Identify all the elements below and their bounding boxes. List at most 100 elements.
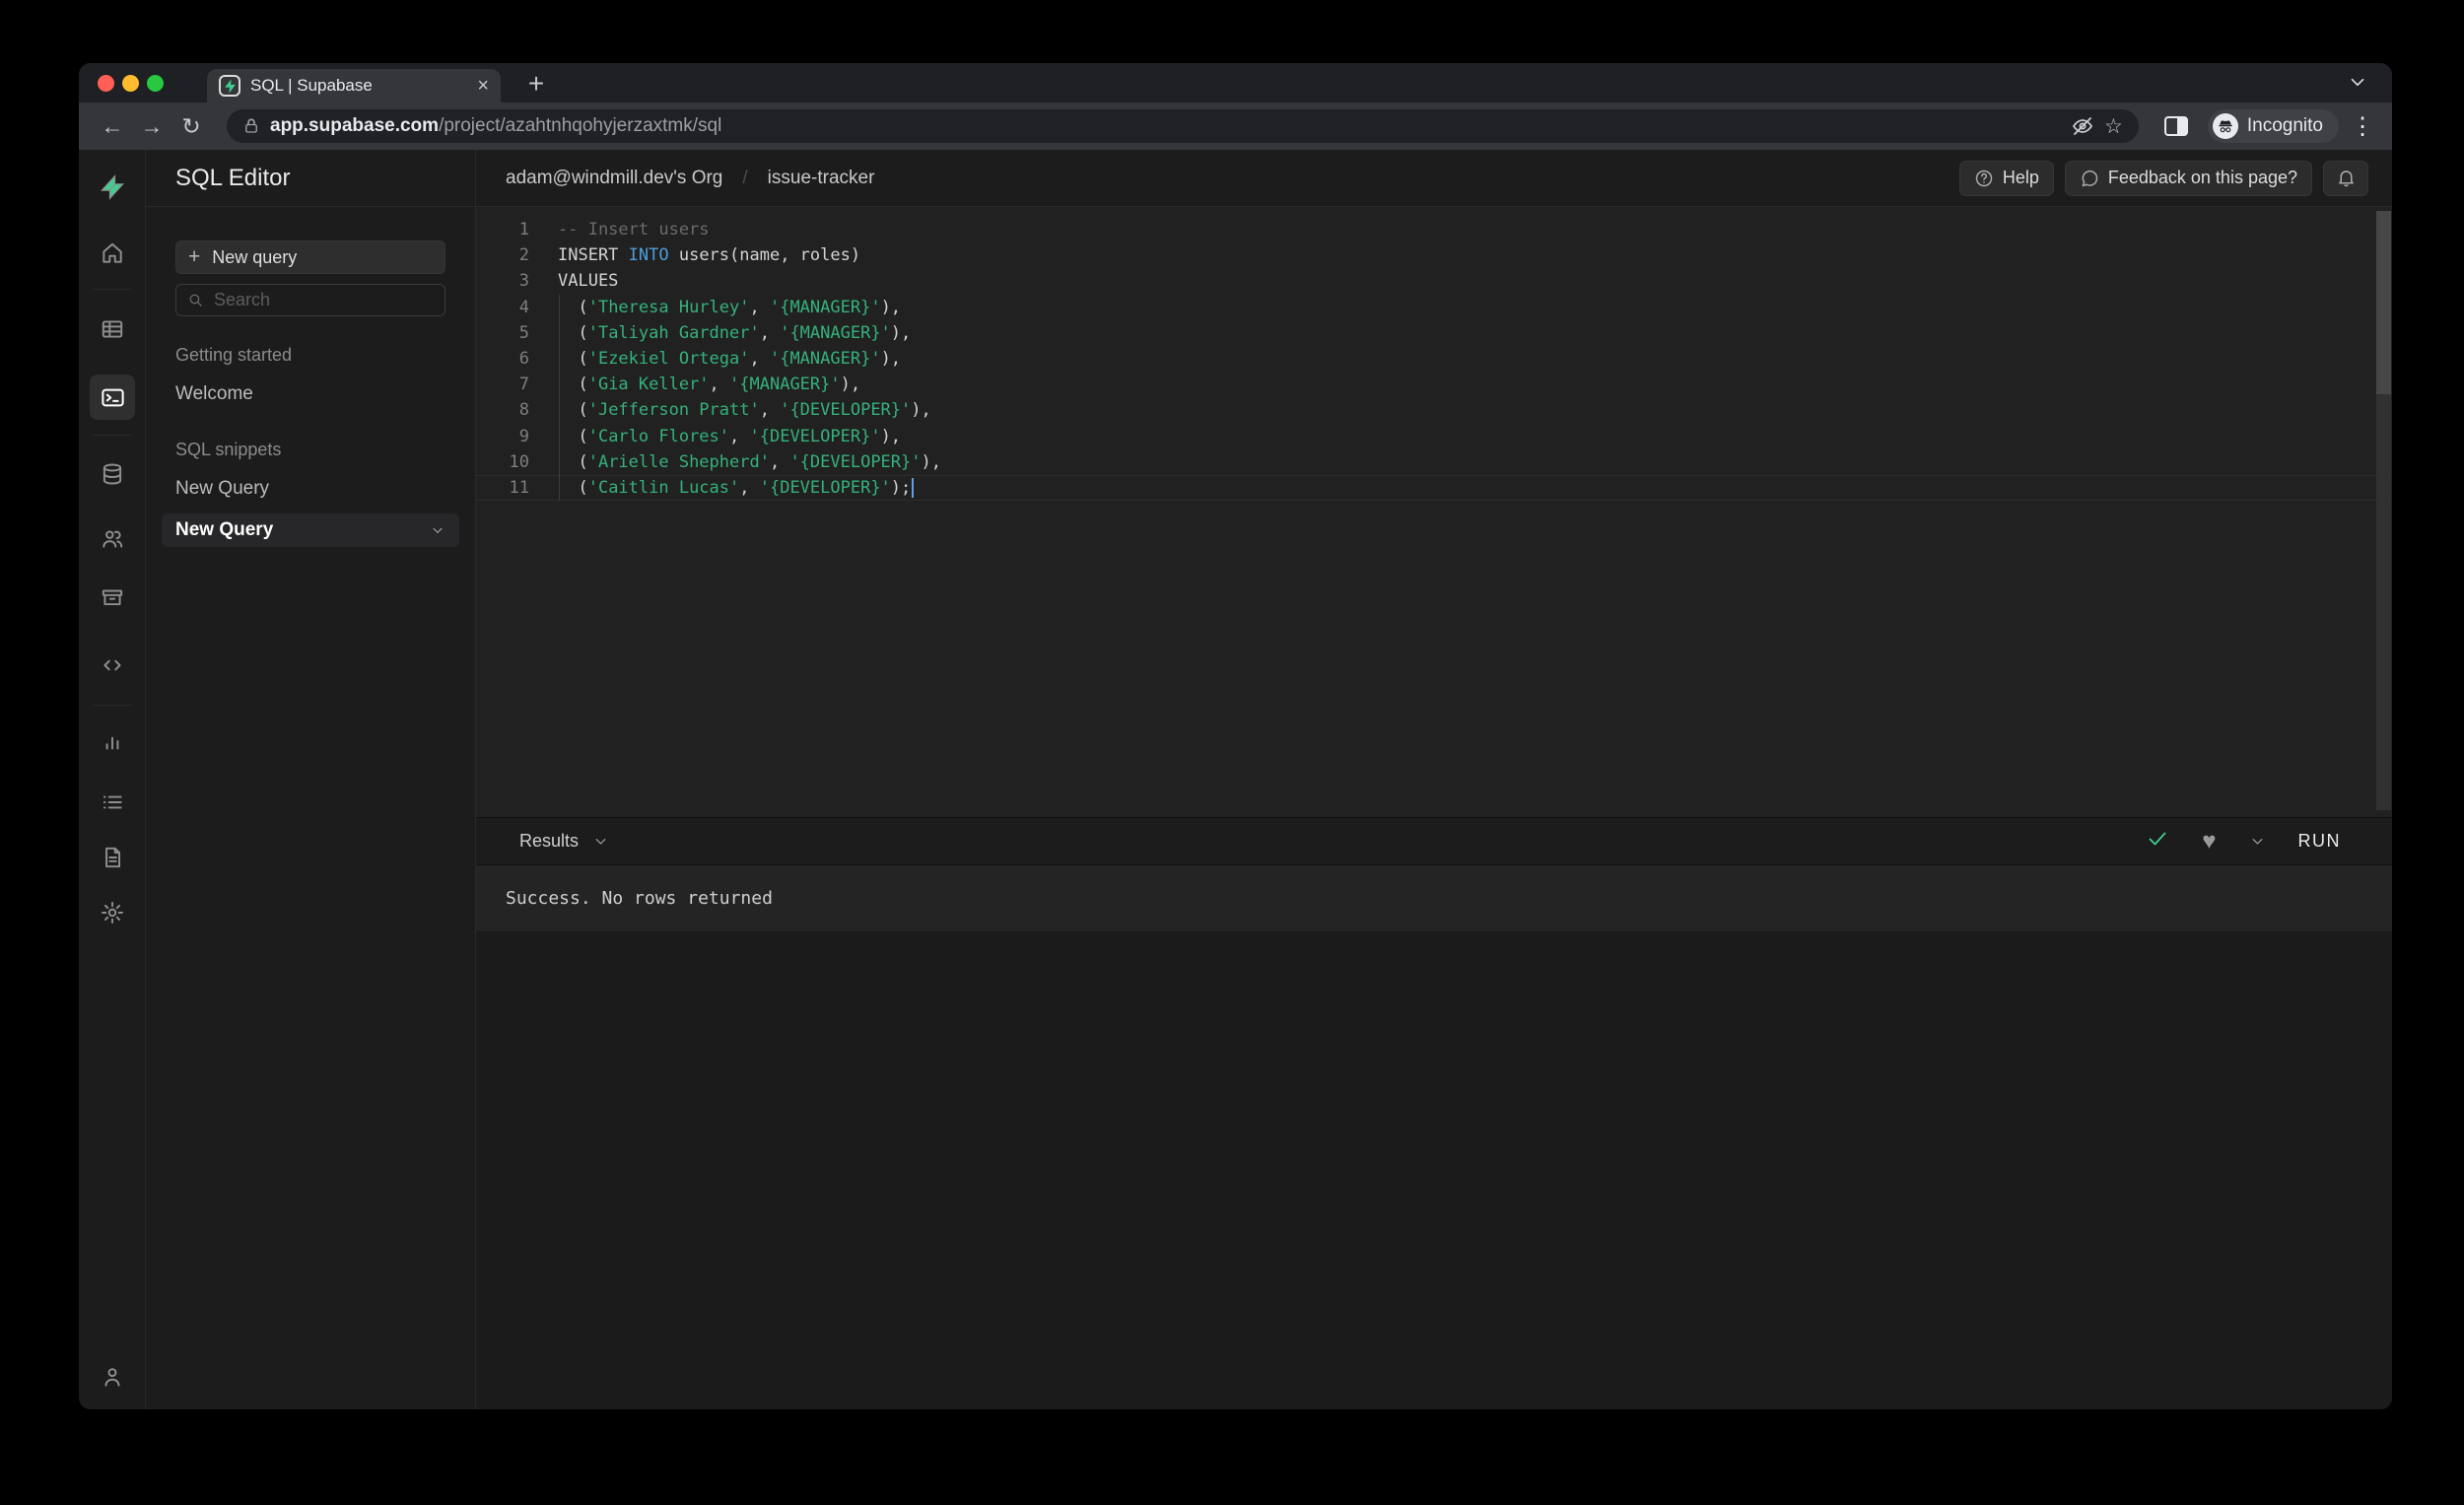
code-line[interactable]: 10 ('Arielle Shepherd', '{DEVELOPER}'),	[476, 448, 2392, 475]
help-button[interactable]: Help	[1958, 160, 2054, 196]
browser-window: SQL | Supabase × + ← → ↻ app.supabase.co…	[79, 63, 2392, 1409]
code-line[interactable]: 6 ('Ezekiel Ortega', '{MANAGER}'),	[476, 345, 2392, 373]
results-label: Results	[519, 831, 580, 851]
url-domain: app.supabase.com	[270, 115, 440, 136]
home-icon[interactable]	[93, 234, 132, 273]
favorite-heart-icon[interactable]: ♥	[2202, 829, 2216, 854]
section-header: Getting started	[175, 344, 293, 365]
docs-file-icon[interactable]	[93, 838, 132, 877]
code-line[interactable]: 3 VALUES	[476, 268, 2392, 294]
url-text: app.supabase.com/project/azahtnhqohyjerz…	[270, 115, 2061, 137]
eye-slash-icon[interactable]	[2071, 114, 2094, 138]
rail-divider	[94, 289, 131, 290]
sidebar-item-label: New Query	[175, 519, 274, 540]
minimize-window-button[interactable]	[122, 75, 139, 92]
main-header: adam@windmill.dev's Org / issue-tracker …	[476, 150, 2392, 207]
lock-icon	[245, 118, 257, 133]
indent-guide	[559, 423, 560, 449]
indent-guide	[559, 294, 560, 320]
supabase-logo-icon[interactable]	[93, 168, 132, 207]
feedback-button[interactable]: Feedback on this page?	[2064, 160, 2312, 196]
code-line[interactable]: 2 INSERT INTO users(name, roles)	[476, 242, 2392, 268]
browser-menu-icon[interactable]: ⋮	[2349, 112, 2376, 141]
bookmark-star-icon[interactable]: ☆	[2104, 114, 2123, 139]
account-icon[interactable]	[93, 1357, 132, 1397]
database-icon[interactable]	[93, 454, 132, 494]
sql-editor-icon[interactable]	[90, 375, 135, 420]
help-circle-icon	[1975, 170, 1993, 186]
sidebar-item[interactable]: Welcome	[162, 377, 459, 411]
scrollbar-thumb[interactable]	[2376, 211, 2391, 394]
supabase-app: SQL Editor + New query Getting started We…	[79, 150, 2392, 1409]
sidebar-header: SQL Editor	[146, 150, 475, 207]
line-text: ('Taliyah Gardner', '{MANAGER}'),	[558, 319, 911, 346]
forward-button[interactable]: →	[134, 108, 170, 144]
code-line[interactable]: 11 ('Caitlin Lucas', '{DEVELOPER}');	[476, 474, 2392, 502]
code-line[interactable]: 1 -- Insert users	[476, 217, 2392, 242]
storage-icon[interactable]	[93, 578, 132, 617]
close-window-button[interactable]	[98, 75, 114, 92]
window-controls	[98, 75, 164, 92]
table-editor-icon[interactable]	[93, 309, 132, 349]
browser-toolbar: ← → ↻ app.supabase.com/project/azahtnhqo…	[79, 103, 2392, 150]
feedback-button-label: Feedback on this page?	[2107, 168, 2297, 187]
bell-icon	[2338, 171, 2354, 187]
tab-title: SQL | Supabase	[250, 76, 373, 95]
side-panel-icon[interactable]	[2163, 116, 2188, 136]
code-lines: 1 -- Insert users 2 INSERT INTO users(name,…	[476, 217, 2392, 502]
line-text: -- Insert users	[558, 220, 710, 239]
page-title: SQL Editor	[175, 164, 291, 191]
sidebar-item[interactable]: New Query	[162, 513, 459, 547]
main-panel: adam@windmill.dev's Org / issue-tracker …	[476, 150, 2392, 1409]
line-number: 9	[518, 426, 529, 446]
new-tab-button[interactable]: +	[519, 67, 553, 101]
zoom-window-button[interactable]	[147, 75, 164, 92]
line-number: 2	[518, 245, 529, 266]
reports-chart-icon[interactable]	[93, 722, 132, 762]
address-bar[interactable]: app.supabase.com/project/azahtnhqohyjerz…	[227, 109, 2139, 143]
run-options-chevron-icon[interactable]	[2249, 833, 2266, 850]
indent-guide	[559, 397, 560, 424]
back-button[interactable]: ←	[95, 108, 130, 144]
breadcrumb-project[interactable]: issue-tracker	[768, 168, 875, 189]
sql-code-editor[interactable]: 1 -- Insert users 2 INSERT INTO users(name,…	[476, 207, 2392, 817]
line-text: ('Theresa Hurley', '{MANAGER}'),	[558, 294, 901, 320]
line-text: ('Carlo Flores', '{DEVELOPER}'),	[558, 423, 901, 449]
url-path: /project/azahtnhqohyjerzaxtmk/sql	[439, 115, 722, 136]
results-message: Success. No rows returned	[476, 865, 2392, 931]
results-toolbar: Results ♥ RUN	[476, 817, 2392, 865]
tab-close-icon[interactable]: ×	[477, 76, 489, 96]
search-input[interactable]	[213, 290, 434, 310]
code-line[interactable]: 9 ('Carlo Flores', '{DEVELOPER}'),	[476, 423, 2392, 449]
notifications-button[interactable]	[2323, 160, 2368, 196]
sidebar-item[interactable]: New Query	[162, 472, 459, 506]
new-query-button[interactable]: + New query	[175, 240, 445, 274]
api-code-icon[interactable]	[93, 646, 132, 685]
line-number: 4	[518, 297, 529, 317]
section-header: SQL snippets	[175, 439, 282, 459]
code-line[interactable]: 7 ('Gia Keller', '{MANAGER}'),	[476, 372, 2392, 398]
tab-search-chevron-icon[interactable]	[2347, 71, 2368, 98]
results-dropdown[interactable]: Results	[519, 831, 609, 852]
breadcrumb-org[interactable]: adam@windmill.dev's Org	[506, 168, 722, 189]
indent-guide	[559, 448, 560, 475]
search-box[interactable]	[175, 284, 445, 316]
code-line[interactable]: 8 ('Jefferson Pratt', '{DEVELOPER}'),	[476, 397, 2392, 424]
run-button[interactable]: RUN	[2298, 831, 2342, 852]
editor-scrollbar[interactable]	[2376, 211, 2391, 810]
tab-strip: SQL | Supabase × +	[79, 63, 2392, 103]
line-number: 8	[518, 400, 529, 421]
code-line[interactable]: 4 ('Theresa Hurley', '{MANAGER}'),	[476, 294, 2392, 320]
indent-guide	[559, 372, 560, 398]
incognito-icon	[2212, 113, 2238, 139]
code-line[interactable]: 5 ('Taliyah Gardner', '{MANAGER}'),	[476, 319, 2392, 346]
reload-button[interactable]: ↻	[173, 108, 209, 144]
rail-divider	[94, 705, 131, 706]
logs-list-icon[interactable]	[93, 783, 132, 822]
settings-gear-icon[interactable]	[93, 893, 132, 932]
browser-tab[interactable]: SQL | Supabase ×	[207, 69, 501, 103]
breadcrumb-separator: /	[742, 167, 748, 188]
sql-editor-sidebar: SQL Editor + New query Getting started We…	[146, 150, 476, 1409]
line-number: 6	[518, 348, 529, 369]
authentication-users-icon[interactable]	[93, 519, 132, 559]
